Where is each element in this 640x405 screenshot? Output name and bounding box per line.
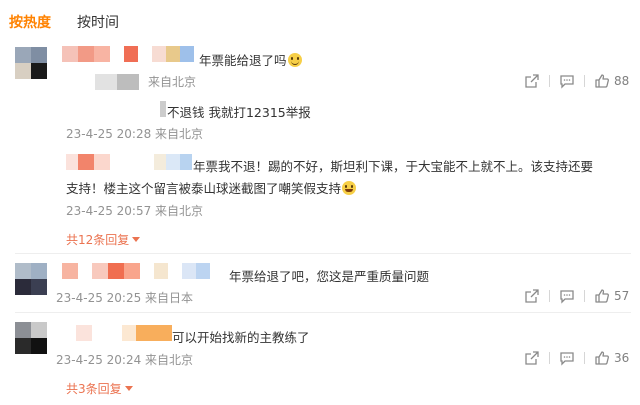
comment-icon bbox=[560, 75, 574, 89]
comment-source: 来自北京 bbox=[148, 75, 197, 89]
username-mosaic[interactable] bbox=[62, 325, 172, 341]
reply-text: 年票我不退！踢的不好，斯坦利下课，于大宝能不上就不上。该支持还要 bbox=[193, 159, 594, 174]
reply-text-line2: 支持！楼主这个留言被泰山球迷截图了嘲笑假支持 bbox=[66, 181, 342, 196]
like-icon bbox=[595, 351, 609, 365]
share-icon bbox=[525, 351, 539, 365]
divider bbox=[15, 312, 631, 313]
share-button[interactable] bbox=[524, 73, 540, 89]
smile-emoji-icon bbox=[287, 53, 302, 67]
comment-actions: 57 bbox=[524, 288, 629, 304]
comment-meta: 23-4-25 20:25 来自日本 bbox=[56, 291, 194, 305]
reply-meta: 23-4-25 20:57 来自北京 bbox=[66, 204, 204, 218]
more-replies-link[interactable]: 共12条回复 bbox=[66, 231, 141, 248]
reply-meta: 23-4-25 20:28 来自北京 bbox=[66, 127, 204, 141]
laugh-emoji-icon bbox=[342, 181, 357, 195]
sort-tabs: 按热度 按时间 bbox=[9, 11, 119, 33]
tab-hot[interactable]: 按热度 bbox=[9, 12, 51, 32]
username-mosaic[interactable] bbox=[62, 263, 210, 279]
comment-button[interactable] bbox=[559, 288, 575, 304]
comment-icon bbox=[560, 352, 574, 366]
comment-text-content: 年票能给退了吗 bbox=[199, 53, 287, 68]
comment-text: 可以开始找新的主教练了 bbox=[172, 330, 310, 345]
reply-username-mosaic[interactable] bbox=[160, 101, 166, 117]
comment-icon bbox=[560, 290, 574, 304]
more-replies-label: 共12条回复 bbox=[66, 233, 130, 247]
share-icon bbox=[525, 74, 539, 88]
like-count: 88 bbox=[614, 74, 630, 88]
like-count: 57 bbox=[614, 289, 630, 303]
like-icon bbox=[595, 289, 609, 303]
reply-username-mosaic[interactable] bbox=[95, 74, 139, 90]
tab-time[interactable]: 按时间 bbox=[77, 12, 119, 32]
more-replies-label: 共3条回复 bbox=[66, 382, 122, 396]
comment-meta: 23-4-25 20:24 来自北京 bbox=[56, 353, 194, 367]
comment-actions: 88 bbox=[524, 73, 629, 89]
more-replies-link[interactable]: 共3条回复 bbox=[66, 380, 133, 397]
caret-down-icon bbox=[124, 386, 133, 391]
share-icon bbox=[525, 289, 539, 303]
avatar[interactable] bbox=[15, 263, 47, 295]
reply-username-mosaic[interactable] bbox=[66, 154, 192, 170]
username-mosaic[interactable] bbox=[62, 46, 194, 62]
comment-text: 年票给退了吧，您这是严重质量问题 bbox=[229, 269, 430, 284]
comment-text: 年票能给退了吗 bbox=[199, 50, 302, 69]
avatar[interactable] bbox=[15, 322, 47, 354]
avatar[interactable] bbox=[15, 47, 47, 79]
reply-text: 不退钱 我就打12315举报 bbox=[167, 105, 311, 120]
like-button[interactable]: 88 bbox=[594, 73, 629, 89]
share-button[interactable] bbox=[524, 350, 540, 366]
like-button[interactable]: 57 bbox=[594, 288, 629, 304]
like-button[interactable]: 36 bbox=[594, 350, 629, 366]
reply-text-continued: 支持！楼主这个留言被泰山球迷截图了嘲笑假支持 bbox=[66, 178, 357, 197]
comment-actions: 36 bbox=[524, 350, 629, 366]
divider bbox=[15, 253, 631, 254]
comment-button[interactable] bbox=[559, 73, 575, 89]
share-button[interactable] bbox=[524, 288, 540, 304]
caret-down-icon bbox=[132, 237, 141, 242]
like-icon bbox=[595, 74, 609, 88]
comment-button[interactable] bbox=[559, 350, 575, 366]
like-count: 36 bbox=[614, 351, 630, 365]
